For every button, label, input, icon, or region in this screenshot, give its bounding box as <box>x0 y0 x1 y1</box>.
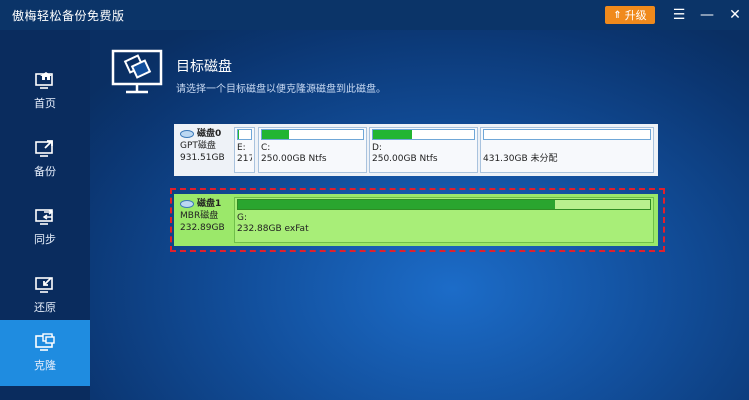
partition-letter: C: <box>261 143 271 153</box>
clone-monitor-icon <box>34 333 56 353</box>
disk-info: 磁盘0 GPT磁盘 931.51GB <box>180 128 236 164</box>
upgrade-button[interactable]: ⇑ 升级 <box>605 6 655 24</box>
disk-type: GPT磁盘 <box>180 141 216 151</box>
sync-monitor-icon <box>34 207 56 227</box>
partition-size: 250.00GB Ntfs <box>261 154 327 164</box>
partition-letter: G: <box>237 213 248 223</box>
backup-monitor-icon <box>34 139 56 159</box>
disk-info: 磁盘1 MBR磁盘 232.89GB <box>180 198 236 234</box>
partition-letter <box>483 143 651 154</box>
disk-row-1[interactable]: 磁盘1 MBR磁盘 232.89GB G: 232.88GB exFat <box>174 194 658 246</box>
partition-c[interactable]: C: 250.00GB Ntfs <box>258 127 367 173</box>
close-button[interactable]: ✕ <box>724 4 746 26</box>
sidebar-item-label: 首页 <box>34 97 56 110</box>
usage-bar <box>372 129 475 140</box>
sidebar-item-clone[interactable]: 克隆 <box>0 320 90 386</box>
page-title: 目标磁盘 <box>176 59 232 75</box>
partition-g[interactable]: G: 232.88GB exFat <box>234 197 654 243</box>
partition-d[interactable]: D: 250.00GB Ntfs <box>369 127 478 173</box>
disk-row-0[interactable]: 磁盘0 GPT磁盘 931.51GB E: 217. C: 250.00GB N… <box>174 124 658 176</box>
disk-icon <box>180 200 194 208</box>
clone-disk-monitor-icon <box>110 48 166 100</box>
partition-size: 431.30GB 未分配 <box>483 154 558 164</box>
usage-fill <box>262 130 290 139</box>
home-monitor-icon <box>34 71 56 91</box>
minimize-button[interactable]: — <box>696 4 718 26</box>
disk-name: 磁盘0 <box>197 129 222 139</box>
usage-bar <box>261 129 364 140</box>
sidebar-item-label: 备份 <box>34 165 56 178</box>
partition-e[interactable]: E: 217. <box>234 127 255 173</box>
disk-icon <box>180 130 194 138</box>
disk-name: 磁盘1 <box>197 199 222 209</box>
sidebar-item-home[interactable]: 首页 <box>0 58 90 124</box>
partition-letter: E: <box>237 143 246 153</box>
disk-size: 931.51GB <box>180 153 225 163</box>
title-bar: 傲梅轻松备份免费版 ⇑ 升级 ☰ — ✕ <box>0 0 749 30</box>
upgrade-label: 升级 <box>624 9 647 22</box>
usage-fill <box>373 130 413 139</box>
disk-size: 232.89GB <box>180 223 225 233</box>
sidebar-item-label: 还原 <box>34 301 56 314</box>
partition-letter: D: <box>372 143 382 153</box>
partition-size: 232.88GB exFat <box>237 224 309 234</box>
sidebar: 首页 备份 同步 还原 克隆 <box>0 30 90 400</box>
usage-fill <box>238 130 239 139</box>
app-title: 傲梅轻松备份免费版 <box>12 9 125 23</box>
sidebar-item-sync[interactable]: 同步 <box>0 194 90 260</box>
disk-type: MBR磁盘 <box>180 211 219 221</box>
usage-fill <box>238 200 556 209</box>
usage-bar <box>483 129 651 140</box>
menu-button[interactable]: ☰ <box>668 4 690 26</box>
restore-monitor-icon <box>34 275 56 295</box>
sidebar-item-restore[interactable]: 还原 <box>0 262 90 328</box>
partition-size: 217. <box>237 154 252 164</box>
sidebar-item-backup[interactable]: 备份 <box>0 126 90 192</box>
partition-unallocated[interactable]: 431.30GB 未分配 <box>480 127 654 173</box>
sidebar-item-label: 克隆 <box>34 359 56 372</box>
page-subtitle: 请选择一个目标磁盘以便克隆源磁盘到此磁盘。 <box>176 84 386 95</box>
sidebar-item-label: 同步 <box>34 233 56 246</box>
upgrade-arrow-icon: ⇑ <box>613 9 622 21</box>
usage-bar <box>237 199 651 210</box>
partition-size: 250.00GB Ntfs <box>372 154 438 164</box>
usage-bar <box>237 129 252 140</box>
